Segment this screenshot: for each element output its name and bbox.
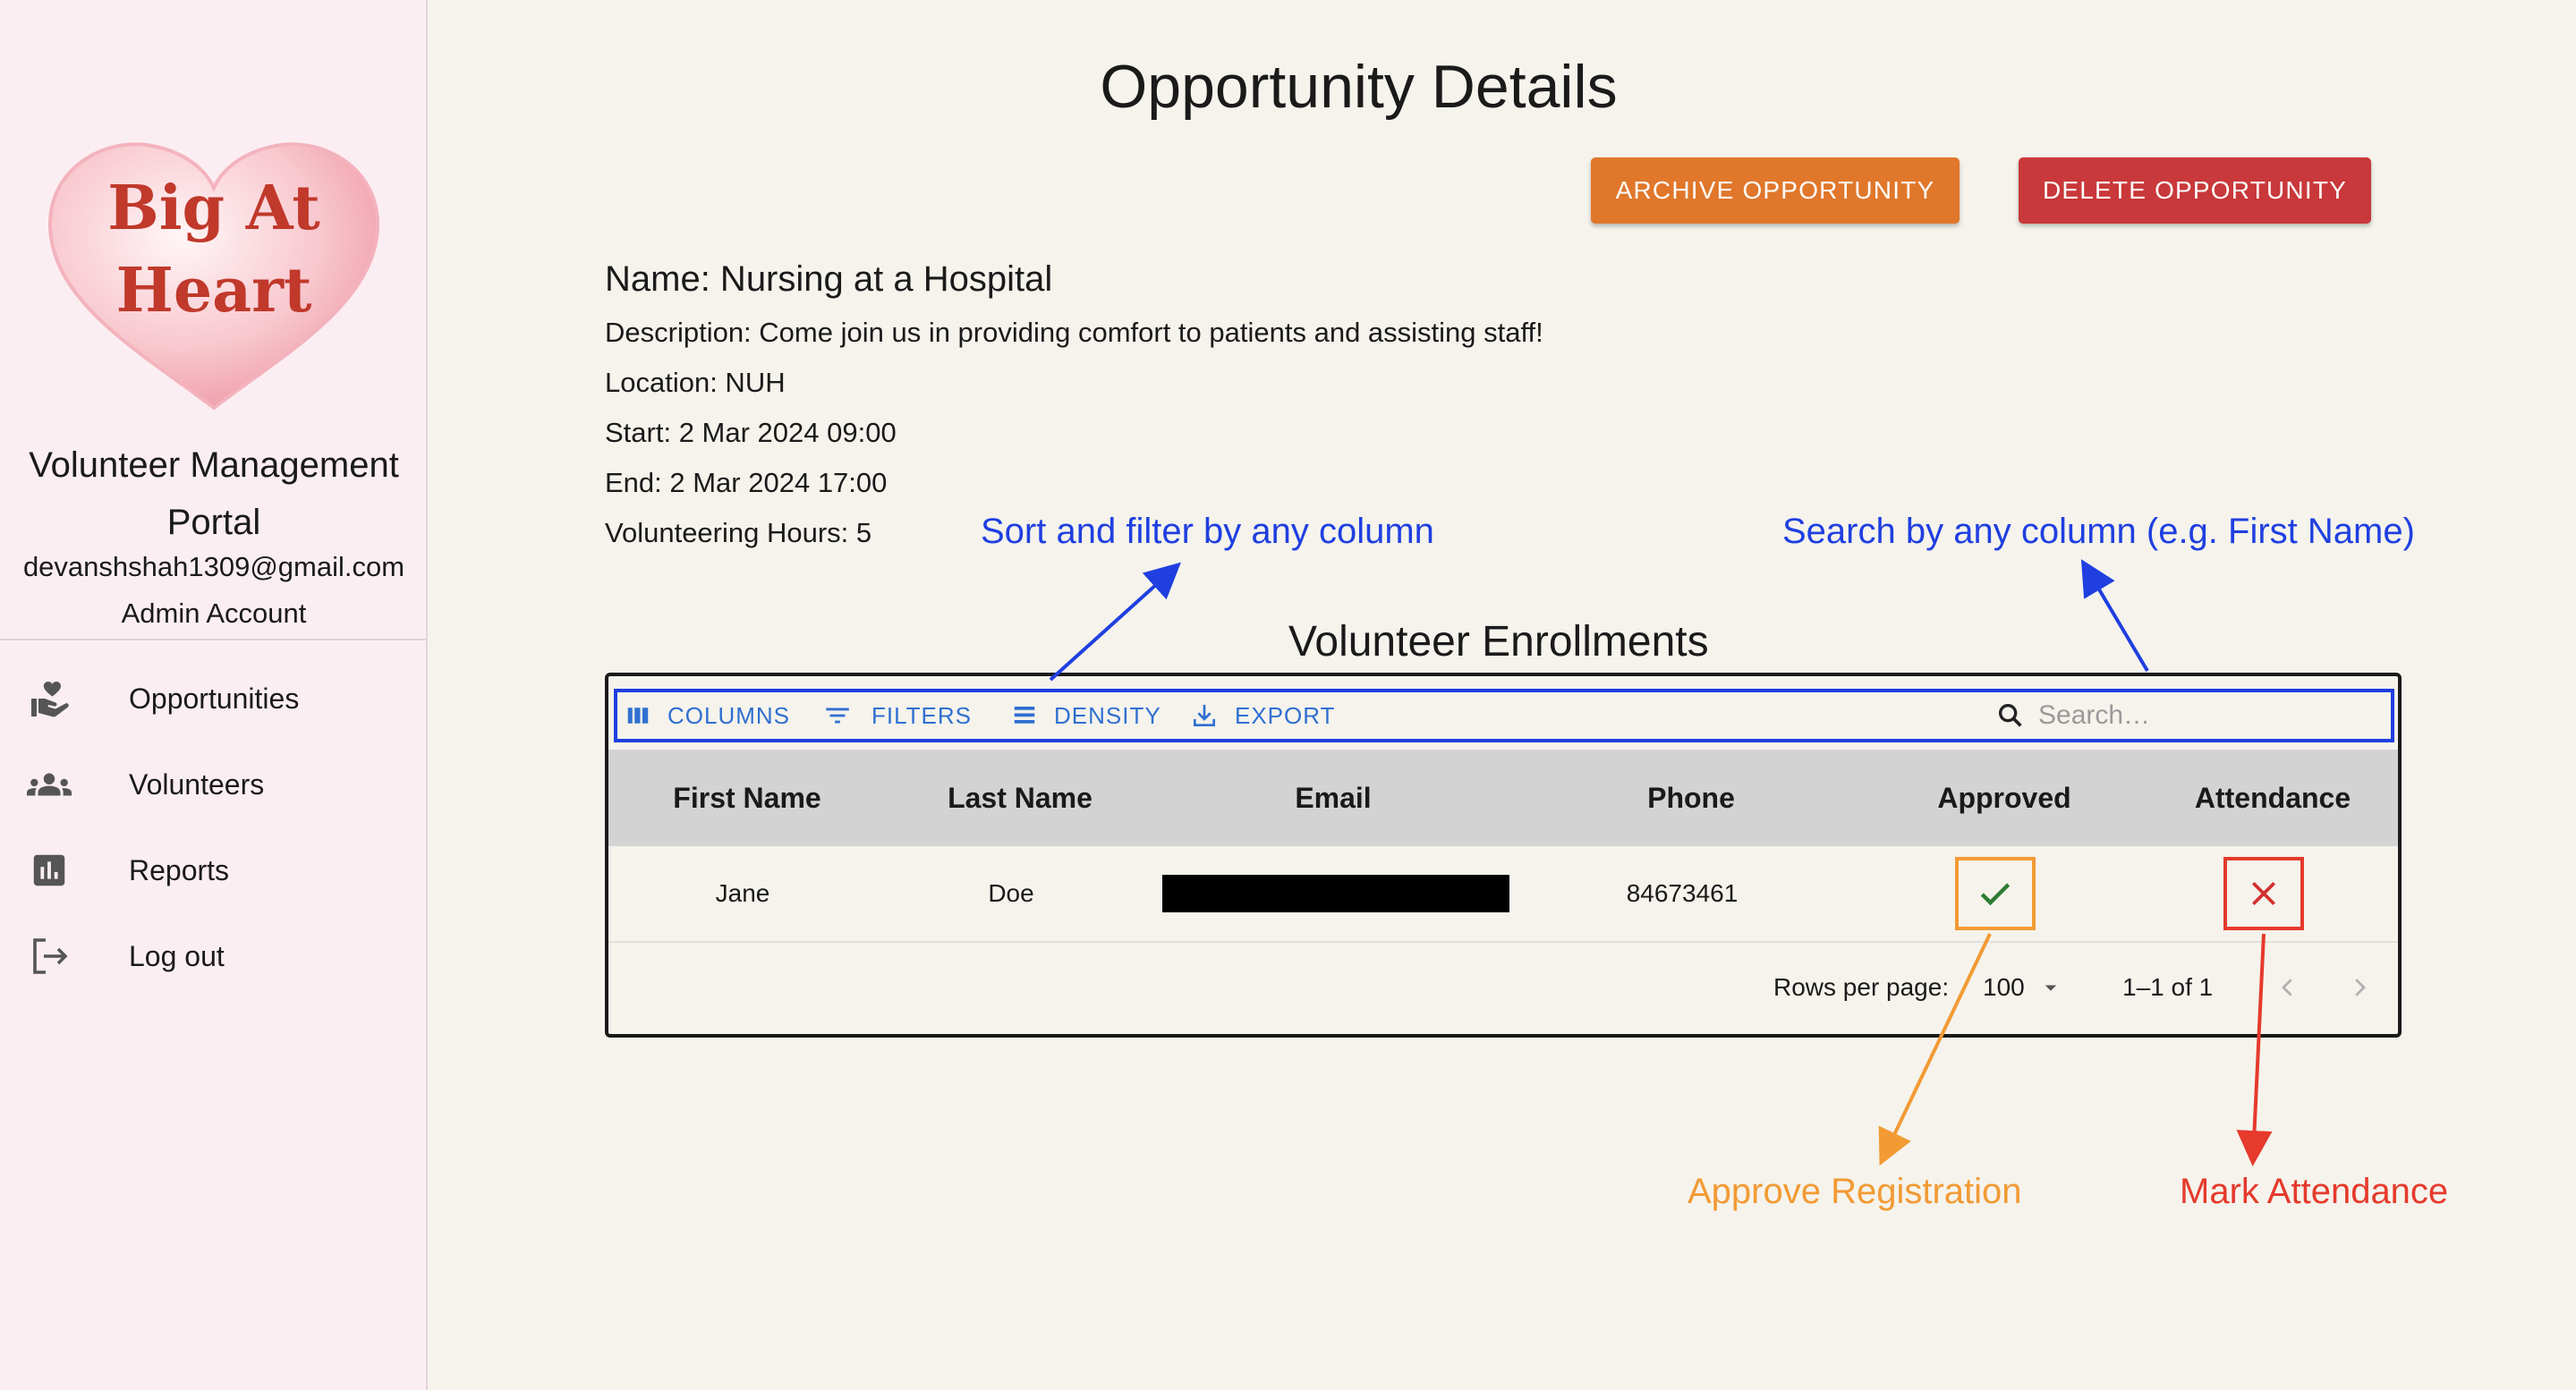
columns-icon xyxy=(627,708,649,724)
sidebar-item-label: Reports xyxy=(129,853,230,886)
rows-per-page-label: Rows per page: xyxy=(1773,973,1950,1001)
column-header-last-name[interactable]: Last Name xyxy=(886,750,1154,846)
portal-title: Volunteer Management Portal xyxy=(0,436,428,551)
portal-title-line1: Volunteer Management xyxy=(29,445,399,485)
grid-toolbar: COLUMNS FILTERS DENSITY EXPORT xyxy=(614,689,2394,742)
grid-footer: Rows per page: 100 1–1 of 1 xyxy=(608,943,2398,1032)
columns-button[interactable]: COLUMNS xyxy=(625,692,790,739)
sidebar-item-volunteers[interactable]: Volunteers xyxy=(0,744,426,825)
table-row: Jane Doe 84673461 xyxy=(608,846,2398,943)
opportunity-location: Location: NUH xyxy=(605,367,786,398)
column-header-approved[interactable]: Approved xyxy=(1870,750,2138,846)
grid-header-row: First Name Last Name Email Phone Approve… xyxy=(608,750,2398,846)
big-at-heart-logo: Big At Heart xyxy=(47,142,380,411)
portal-title-line2: Portal xyxy=(166,503,261,542)
logo-text-line1: Big At xyxy=(107,173,320,244)
approve-toggle[interactable] xyxy=(1955,857,2036,930)
enrollments-title: Volunteer Enrollments xyxy=(1288,618,1709,665)
sidebar-item-reports[interactable]: Reports xyxy=(0,830,426,911)
density-label: DENSITY xyxy=(1054,701,1161,729)
attendance-toggle[interactable] xyxy=(2223,857,2304,930)
opportunity-hours: Volunteering Hours: 5 xyxy=(605,517,872,548)
cell-approved xyxy=(1861,846,2130,941)
checkmark-icon xyxy=(1980,883,2011,906)
rows-per-page-value: 100 xyxy=(1983,973,2025,1001)
sidebar-item-logout[interactable]: Log out xyxy=(0,916,426,996)
search-icon xyxy=(1998,703,2022,727)
density-button[interactable]: DENSITY xyxy=(1011,692,1161,739)
annotation-search: Search by any column (e.g. First Name) xyxy=(1782,512,2415,551)
column-header-phone[interactable]: Phone xyxy=(1512,750,1870,846)
column-header-attendance[interactable]: Attendance xyxy=(2138,750,2407,846)
archive-opportunity-button[interactable]: ARCHIVE OPPORTUNITY xyxy=(1591,157,1960,224)
redacted-email xyxy=(1162,875,1509,912)
next-page-button[interactable] xyxy=(2337,943,2382,1032)
opportunity-start: Start: 2 Mar 2024 09:00 xyxy=(605,417,897,448)
page-title: Opportunity Details xyxy=(1100,53,1618,121)
sidebar-item-label: Log out xyxy=(129,939,225,972)
sidebar-divider xyxy=(0,639,428,640)
rows-per-page-select[interactable]: 100 xyxy=(1983,943,2064,1032)
user-email: devanshshah1309@gmail.com xyxy=(22,551,405,582)
pagination-range: 1–1 of 1 xyxy=(2122,973,2214,1001)
opportunity-description: Description: Come join us in providing c… xyxy=(605,317,1543,348)
people-icon xyxy=(27,762,72,807)
search-input[interactable] xyxy=(2036,699,2362,732)
annotation-sort-filter: Sort and filter by any column xyxy=(981,512,1434,551)
download-icon xyxy=(1194,705,1215,726)
sidebar-item-opportunities[interactable]: Opportunities xyxy=(0,658,426,739)
chevron-left-icon xyxy=(2282,979,2292,996)
export-button[interactable]: EXPORT xyxy=(1190,692,1335,739)
opportunity-name: Name: Nursing at a Hospital xyxy=(605,259,1053,299)
account-role: Admin Account xyxy=(121,598,307,629)
annotation-attendance: Mark Attendance xyxy=(2180,1172,2449,1211)
filters-button[interactable]: FILTERS xyxy=(820,692,972,739)
logout-icon xyxy=(27,934,72,979)
chevron-right-icon xyxy=(2355,979,2366,996)
sidebar-item-label: Volunteers xyxy=(129,767,265,801)
filter-icon xyxy=(826,708,849,724)
logo-text-line2: Heart xyxy=(116,255,312,326)
cell-first-name: Jane xyxy=(715,879,770,907)
opportunity-end: End: 2 Mar 2024 17:00 xyxy=(605,467,888,498)
filters-label: FILTERS xyxy=(871,701,972,729)
sidebar: Big At Heart Volunteer Management Portal… xyxy=(0,0,428,1390)
delete-opportunity-button[interactable]: DELETE OPPORTUNITY xyxy=(2019,157,2371,224)
caret-down-icon xyxy=(2045,985,2056,991)
arrow-sort-filter xyxy=(1049,562,1181,682)
density-icon xyxy=(1014,707,1035,724)
previous-page-button[interactable] xyxy=(2266,943,2310,1032)
cell-email xyxy=(1152,846,1519,941)
columns-label: COLUMNS xyxy=(667,701,791,729)
column-header-first-name[interactable]: First Name xyxy=(608,750,886,846)
export-label: EXPORT xyxy=(1235,701,1336,729)
cell-last-name: Doe xyxy=(988,879,1034,907)
arrow-search xyxy=(2080,559,2149,673)
cell-phone: 84673461 xyxy=(1626,879,1739,907)
cell-attendance xyxy=(2130,846,2398,941)
search-box xyxy=(1995,692,2389,739)
annotation-approve: Approve Registration xyxy=(1688,1172,2022,1211)
bar-chart-icon xyxy=(27,848,72,893)
sidebar-item-label: Opportunities xyxy=(129,682,300,715)
enrollments-grid: COLUMNS FILTERS DENSITY EXPORT First Nam… xyxy=(605,673,2402,1038)
volunteer-hand-heart-icon xyxy=(27,676,72,721)
cross-icon xyxy=(2252,882,2275,905)
column-header-email[interactable]: Email xyxy=(1154,750,1512,846)
